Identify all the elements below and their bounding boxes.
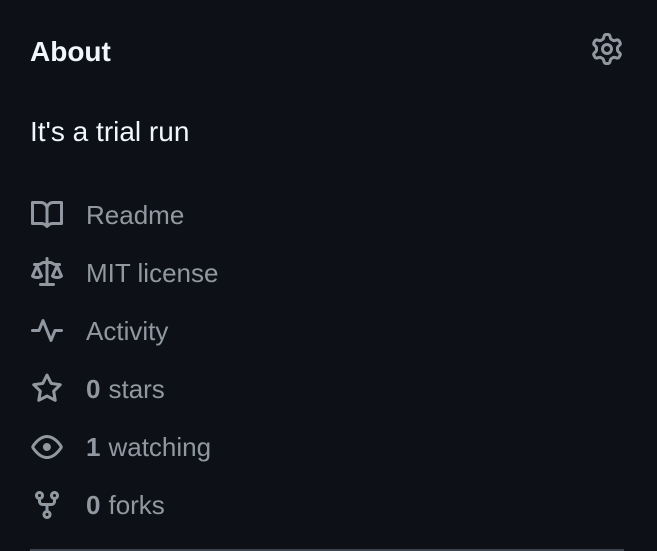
stars-label: stars — [108, 374, 165, 404]
readme-label: Readme — [86, 200, 185, 230]
forks-link[interactable]: 0 forks — [30, 476, 624, 534]
about-title: About — [30, 36, 111, 67]
repo-description: It's a trial run — [30, 116, 190, 147]
law-icon — [30, 256, 64, 290]
readme-link[interactable]: Readme — [30, 186, 624, 244]
about-links-list: Readme MIT license Activity 0 stars 1 wa… — [30, 186, 624, 534]
stars-link[interactable]: 0 stars — [30, 360, 624, 418]
gear-icon — [592, 33, 622, 65]
activity-label: Activity — [86, 316, 169, 346]
watchers-count: 1 — [86, 432, 101, 462]
pulse-icon — [30, 314, 64, 348]
settings-button[interactable] — [590, 32, 624, 66]
repo-forked-icon — [30, 488, 64, 522]
forks-label: forks — [108, 490, 165, 520]
book-icon — [30, 198, 64, 232]
watchers-label: watching — [108, 432, 212, 462]
forks-count: 0 — [86, 490, 101, 520]
watchers-link[interactable]: 1 watching — [30, 418, 624, 476]
about-panel: About It's a trial run Readme MIT licens… — [0, 0, 657, 551]
license-link[interactable]: MIT license — [30, 244, 624, 302]
stars-count: 0 — [86, 374, 101, 404]
activity-link[interactable]: Activity — [30, 302, 624, 360]
license-label: MIT license — [86, 258, 219, 288]
about-header: About — [30, 30, 624, 74]
star-icon — [30, 372, 64, 406]
eye-icon — [30, 430, 64, 464]
